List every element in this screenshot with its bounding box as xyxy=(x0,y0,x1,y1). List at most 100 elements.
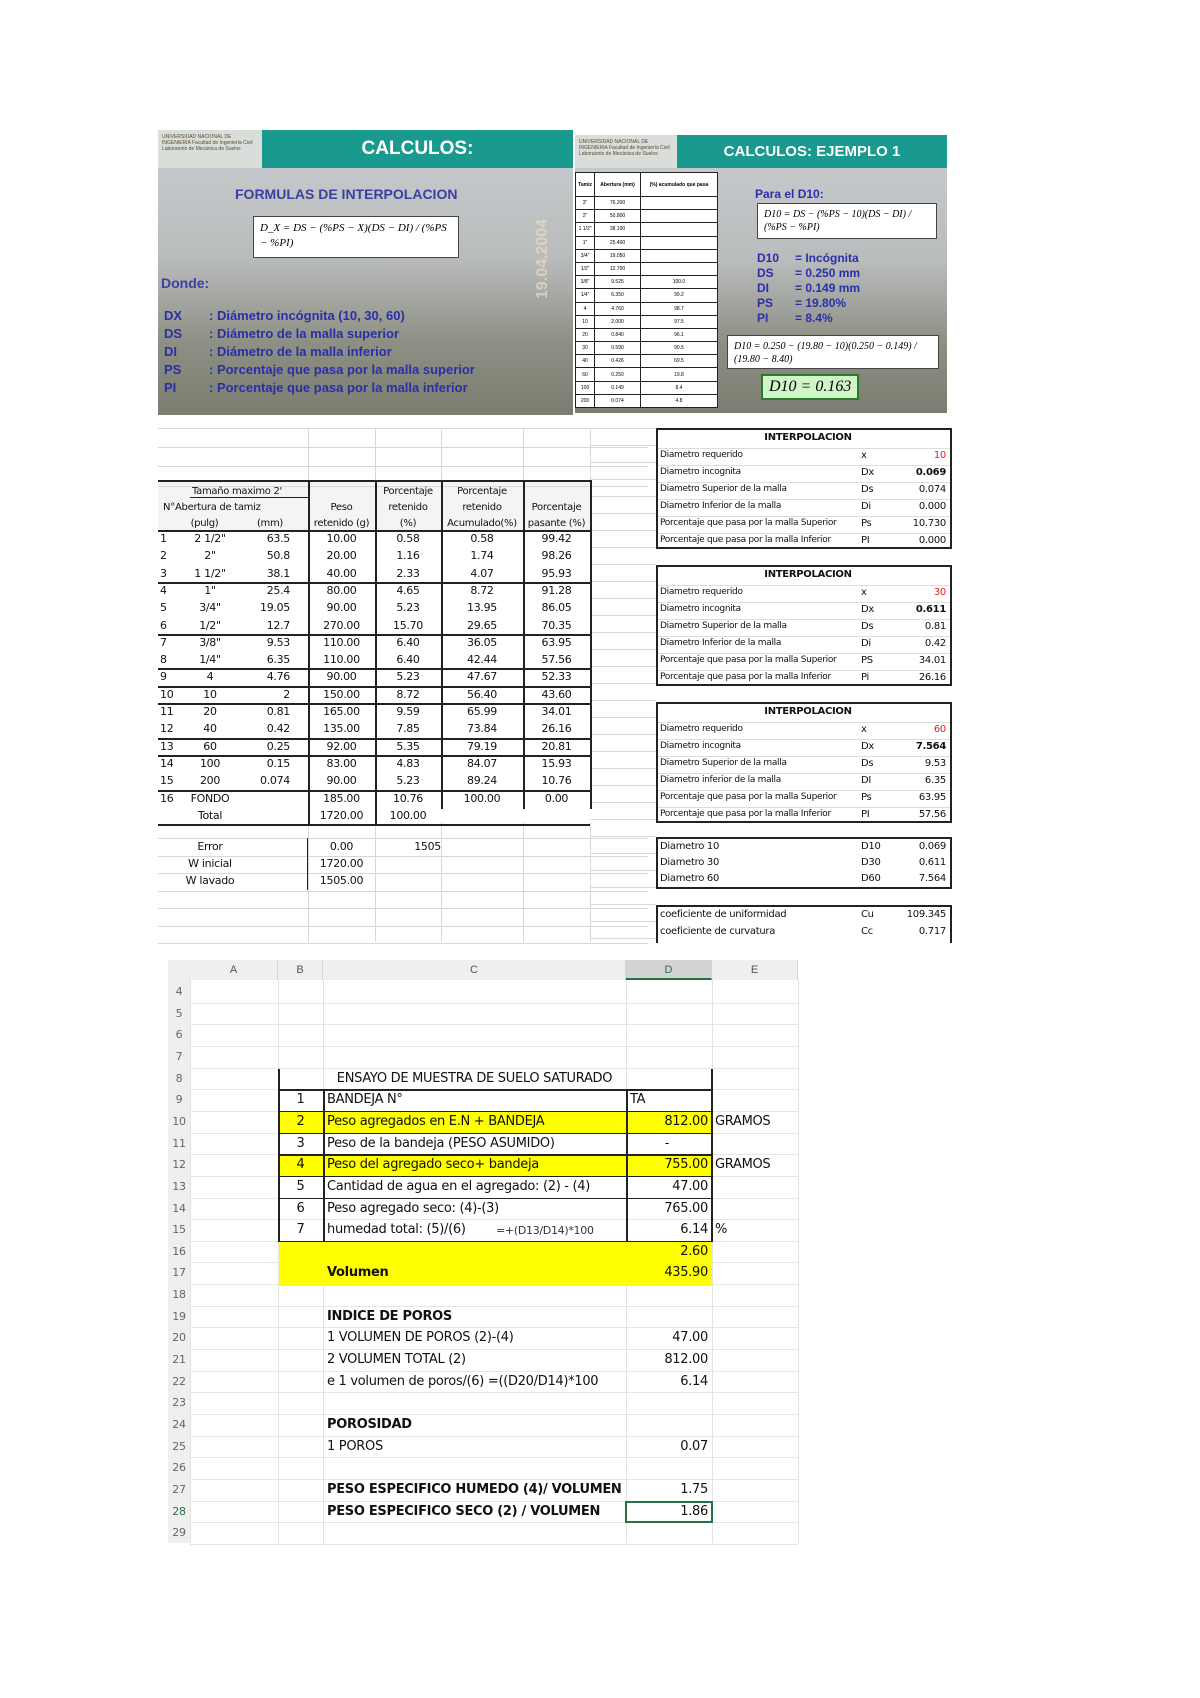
row-number[interactable]: 20 xyxy=(168,1331,190,1344)
table-cell: 4 xyxy=(206,670,214,684)
table-cell: 1 1/2" xyxy=(575,222,596,237)
table-cell: 0.074 xyxy=(260,774,290,788)
border xyxy=(278,1175,712,1178)
gridline xyxy=(158,466,648,467)
interp-label: Diametro inferior de la malla xyxy=(660,775,781,785)
row-number[interactable]: 7 xyxy=(168,1050,190,1063)
interp-value: 60 xyxy=(933,724,946,735)
gridline xyxy=(590,938,656,939)
gridline xyxy=(158,908,648,909)
interp-label: Diametro Superior de la malla xyxy=(660,621,787,631)
row-number[interactable]: 14 xyxy=(168,1202,190,1215)
interp-value: 7.564 xyxy=(915,741,946,752)
row-number[interactable]: 24 xyxy=(168,1418,190,1431)
table-cell: 10.00 xyxy=(326,532,357,545)
coefficient-symbol: Cc xyxy=(861,926,873,937)
row-number[interactable]: 13 xyxy=(168,1180,190,1193)
gridline xyxy=(190,1414,798,1415)
row-number[interactable]: 6 xyxy=(168,1028,190,1041)
row-number[interactable]: 28 xyxy=(168,1505,190,1518)
gridline xyxy=(190,1067,798,1069)
gridline xyxy=(158,447,648,448)
table-cell: 29.65 xyxy=(467,618,497,632)
row-number[interactable]: 11 xyxy=(168,1137,190,1150)
row-number[interactable]: 27 xyxy=(168,1483,190,1496)
interp-value: 57.56 xyxy=(918,809,946,820)
donde-label: Donde: xyxy=(161,275,210,291)
slide-subtitle: FORMULAS DE INTERPOLACION xyxy=(235,186,458,202)
interp-label: Diametro Inferior de la malla xyxy=(660,501,782,511)
gridline xyxy=(190,1543,798,1545)
divider xyxy=(658,619,950,620)
item-value: 1.75 xyxy=(680,1481,708,1497)
var-key: DS xyxy=(757,266,774,280)
table-cell: 2" xyxy=(575,209,596,224)
table-cell: 40.00 xyxy=(326,566,357,580)
diameter-symbol: D60 xyxy=(861,873,881,884)
row-number[interactable]: 15 xyxy=(168,1223,190,1236)
row-number[interactable]: 9 xyxy=(168,1093,190,1106)
term-row: DS: Diámetro de la malla superior xyxy=(164,326,564,344)
coefficient-label: coeficiente de curvatura xyxy=(660,926,776,937)
interp-label: Diametro requerido xyxy=(660,587,743,597)
table-cell: 11 xyxy=(160,705,174,718)
row-number[interactable]: 26 xyxy=(168,1461,190,1474)
table-cell: 16 xyxy=(160,791,174,805)
interp-label: Porcentaje que pasa por la malla Inferio… xyxy=(660,809,831,819)
row-number[interactable]: 8 xyxy=(168,1072,190,1085)
gridline xyxy=(590,666,656,667)
interp-symbol: Dx xyxy=(861,604,875,615)
column-header-E[interactable]: E xyxy=(712,960,798,980)
column-header-A[interactable]: A xyxy=(190,960,278,980)
item-value: 47.00 xyxy=(672,1330,708,1346)
interp-symbol: Ds xyxy=(861,484,874,495)
table-cell: 4.76 xyxy=(266,670,291,684)
table-cell: 110.00 xyxy=(323,635,360,649)
row-number[interactable]: 10 xyxy=(168,1115,190,1128)
column-header-D[interactable]: D xyxy=(626,960,712,980)
row-number[interactable]: 25 xyxy=(168,1440,190,1453)
sieve-table: Tamiz Abertura (mm) (%) acumulado que pasa… xyxy=(575,172,719,409)
var-value: = Incógnita xyxy=(795,251,859,265)
item-value: 6.14 xyxy=(680,1373,708,1389)
gridline xyxy=(190,1305,798,1307)
column-header-B[interactable]: B xyxy=(278,960,323,980)
divider xyxy=(658,722,950,723)
border xyxy=(278,1197,712,1199)
gridline xyxy=(590,445,656,446)
border xyxy=(158,703,590,705)
row-number[interactable]: 29 xyxy=(168,1526,190,1539)
selected-cell[interactable] xyxy=(625,1500,713,1524)
table-cell: 91.28 xyxy=(541,583,572,597)
row-number[interactable]: 4 xyxy=(168,985,190,998)
gridline xyxy=(590,496,656,497)
row-number[interactable]: 16 xyxy=(168,1245,190,1258)
row-number[interactable]: 12 xyxy=(168,1158,190,1171)
item-description: PESO ESPECIFICO SECO (2) / VOLUMEN xyxy=(327,1503,601,1519)
gridline xyxy=(190,980,191,1543)
border xyxy=(158,754,590,757)
table-cell: 57.56 xyxy=(541,653,572,667)
table-cell xyxy=(639,248,719,263)
row-number[interactable]: 19 xyxy=(168,1310,190,1323)
table-cell: 10.76 xyxy=(393,791,423,805)
table-cell: 98.7 xyxy=(639,301,719,316)
row-number[interactable]: 18 xyxy=(168,1288,190,1301)
row-number[interactable]: 21 xyxy=(168,1353,190,1366)
row-number[interactable]: 22 xyxy=(168,1375,190,1388)
gridline xyxy=(590,632,656,633)
table-cell: 34.01 xyxy=(541,705,572,718)
row-number[interactable]: 5 xyxy=(168,1007,190,1020)
table-cell: 1/2" xyxy=(199,618,221,632)
column-header-C[interactable]: C xyxy=(323,960,626,980)
row-number[interactable]: 17 xyxy=(168,1266,190,1279)
table-cell: 1" xyxy=(204,583,216,597)
row-number[interactable]: 23 xyxy=(168,1396,190,1409)
coefficient-value: 0.717 xyxy=(918,926,946,937)
table-cell: 60 xyxy=(203,739,217,753)
term-desc: : Diámetro de la malla inferior xyxy=(209,344,392,359)
table-cell: 60 xyxy=(575,367,596,382)
table-cell: 97.5 xyxy=(639,314,719,329)
term-row: PS: Porcentaje que pasa por la malla sup… xyxy=(164,362,564,380)
university-logo: UNIVERSIDAD NACIONAL DE INGENIERIA Facul… xyxy=(575,135,677,168)
